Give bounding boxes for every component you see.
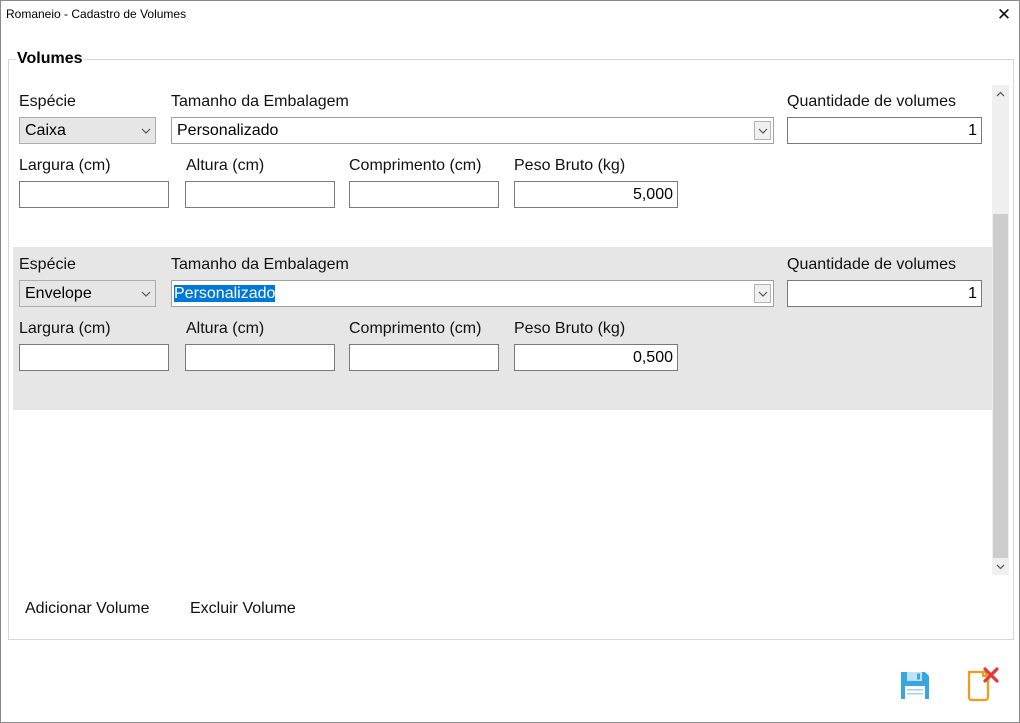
title-bar: Romaneio - Cadastro de Volumes ✕ bbox=[1, 1, 1019, 29]
cancel-document-icon bbox=[967, 667, 999, 702]
largura-input[interactable] bbox=[19, 181, 169, 208]
delete-volume-button[interactable]: Excluir Volume bbox=[190, 600, 296, 618]
altura-label: Altura (cm) bbox=[186, 320, 265, 337]
especie-value: Caixa bbox=[25, 121, 66, 139]
comprimento-input[interactable] bbox=[349, 181, 499, 208]
peso-input[interactable]: 5,000 bbox=[514, 181, 678, 208]
chevron-down-icon bbox=[137, 281, 155, 306]
tamanho-label: Tamanho da Embalagem bbox=[171, 256, 349, 273]
tamanho-label: Tamanho da Embalagem bbox=[171, 93, 349, 110]
window-title: Romaneio - Cadastro de Volumes bbox=[6, 7, 187, 21]
close-button[interactable]: ✕ bbox=[989, 1, 1019, 29]
chevron-down-icon bbox=[754, 121, 771, 140]
tamanho-select[interactable]: Personalizado bbox=[171, 280, 774, 307]
volume-entry: Espécie Tamanho da Embalagem Quantidade … bbox=[13, 85, 992, 248]
comprimento-label: Comprimento (cm) bbox=[349, 157, 482, 174]
volume-entry: Espécie Tamanho da Embalagem Quantidade … bbox=[13, 247, 992, 410]
largura-label: Largura (cm) bbox=[19, 157, 111, 174]
save-button[interactable] bbox=[898, 668, 932, 702]
tamanho-value: Personalizado bbox=[174, 284, 773, 303]
add-volume-button[interactable]: Adicionar Volume bbox=[25, 600, 150, 618]
quantidade-input[interactable]: 1 bbox=[787, 280, 982, 307]
especie-label: Espécie bbox=[19, 93, 76, 110]
dialog-window: Romaneio - Cadastro de Volumes ✕ Volumes… bbox=[0, 0, 1020, 723]
largura-label: Largura (cm) bbox=[19, 320, 111, 337]
comprimento-input[interactable] bbox=[349, 344, 499, 371]
quantidade-label: Quantidade de volumes bbox=[787, 93, 956, 110]
close-icon: ✕ bbox=[996, 5, 1012, 24]
volumes-list: Espécie Tamanho da Embalagem Quantidade … bbox=[13, 85, 1010, 575]
especie-select[interactable]: Caixa bbox=[19, 117, 156, 144]
peso-label: Peso Bruto (kg) bbox=[514, 157, 626, 174]
comprimento-label: Comprimento (cm) bbox=[349, 320, 482, 337]
cancel-button[interactable] bbox=[964, 666, 1000, 702]
tamanho-value: Personalizado bbox=[177, 121, 279, 139]
chevron-down-icon bbox=[754, 284, 771, 303]
peso-input[interactable]: 0,500 bbox=[514, 344, 678, 371]
quantidade-label: Quantidade de volumes bbox=[787, 256, 956, 273]
scroll-up-arrow-icon[interactable] bbox=[992, 85, 1009, 102]
volumes-group-title: Volumes bbox=[16, 50, 84, 68]
save-disk-icon bbox=[901, 672, 929, 699]
altura-input[interactable] bbox=[185, 344, 335, 371]
especie-value: Envelope bbox=[25, 284, 92, 302]
tamanho-select[interactable]: Personalizado bbox=[171, 117, 774, 144]
largura-input[interactable] bbox=[19, 344, 169, 371]
chevron-down-icon bbox=[137, 118, 155, 143]
tamanho-selected-text: Personalizado bbox=[174, 284, 276, 302]
quantidade-input[interactable]: 1 bbox=[787, 117, 982, 144]
scroll-down-arrow-icon[interactable] bbox=[992, 558, 1009, 575]
especie-label: Espécie bbox=[19, 256, 76, 273]
especie-select[interactable]: Envelope bbox=[19, 280, 156, 307]
altura-label: Altura (cm) bbox=[186, 157, 265, 174]
peso-label: Peso Bruto (kg) bbox=[514, 320, 626, 337]
altura-input[interactable] bbox=[185, 181, 335, 208]
vertical-scrollbar[interactable] bbox=[992, 85, 1009, 575]
scrollbar-thumb[interactable] bbox=[993, 214, 1008, 558]
